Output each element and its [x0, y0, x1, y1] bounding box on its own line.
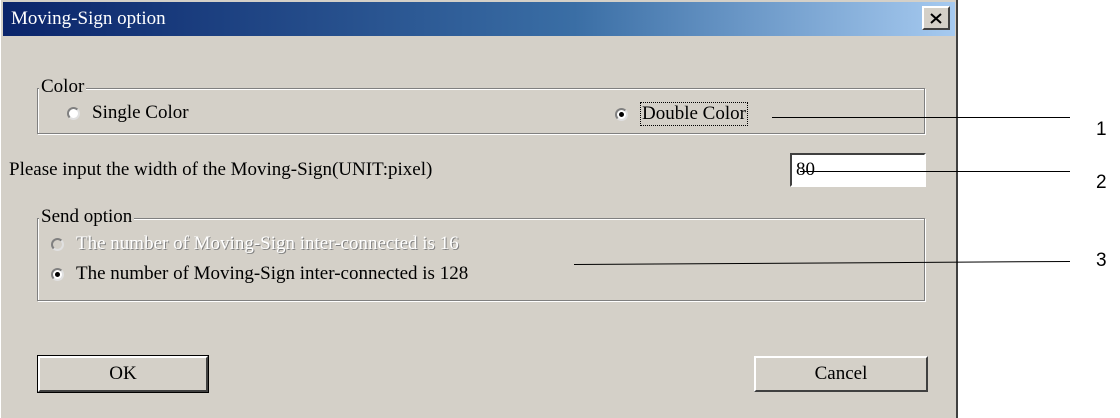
- send-16-label: The number of Moving-Sign inter-connecte…: [76, 233, 459, 254]
- radio-indicator: [615, 107, 628, 121]
- callout-line-1: [772, 117, 1070, 118]
- width-input[interactable]: [790, 153, 926, 187]
- window-title: Moving-Sign option: [11, 8, 166, 29]
- callout-line-2: [800, 171, 1070, 172]
- cancel-button[interactable]: Cancel: [754, 356, 928, 392]
- send-128-label: The number of Moving-Sign inter-connecte…: [76, 263, 469, 284]
- radio-indicator: [67, 106, 80, 120]
- radio-indicator: [51, 267, 64, 281]
- single-color-radio[interactable]: Single Color: [67, 102, 189, 124]
- title-bar: Moving-Sign option: [3, 2, 955, 36]
- callout-number-2: 2: [1096, 172, 1107, 193]
- double-color-radio[interactable]: Double Color: [615, 102, 748, 126]
- single-color-label: Single Color: [92, 102, 189, 123]
- color-group-legend: Color: [39, 76, 87, 98]
- moving-sign-dialog: Moving-Sign option Color Single Color Do…: [0, 0, 958, 418]
- width-label: Please input the width of the Moving-Sig…: [9, 159, 433, 180]
- close-icon: [930, 12, 942, 24]
- close-button[interactable]: [922, 6, 950, 30]
- send-option-legend: Send option: [39, 206, 135, 228]
- ok-button[interactable]: OK: [37, 355, 209, 393]
- send-16-radio[interactable]: The number of Moving-Sign inter-connecte…: [51, 233, 459, 255]
- callout-number-1: 1: [1096, 119, 1107, 140]
- callout-number-3: 3: [1096, 250, 1107, 271]
- send-option-group: [37, 218, 925, 301]
- radio-indicator: [51, 237, 64, 251]
- send-128-radio[interactable]: The number of Moving-Sign inter-connecte…: [51, 263, 468, 285]
- double-color-label: Double Color: [640, 102, 748, 126]
